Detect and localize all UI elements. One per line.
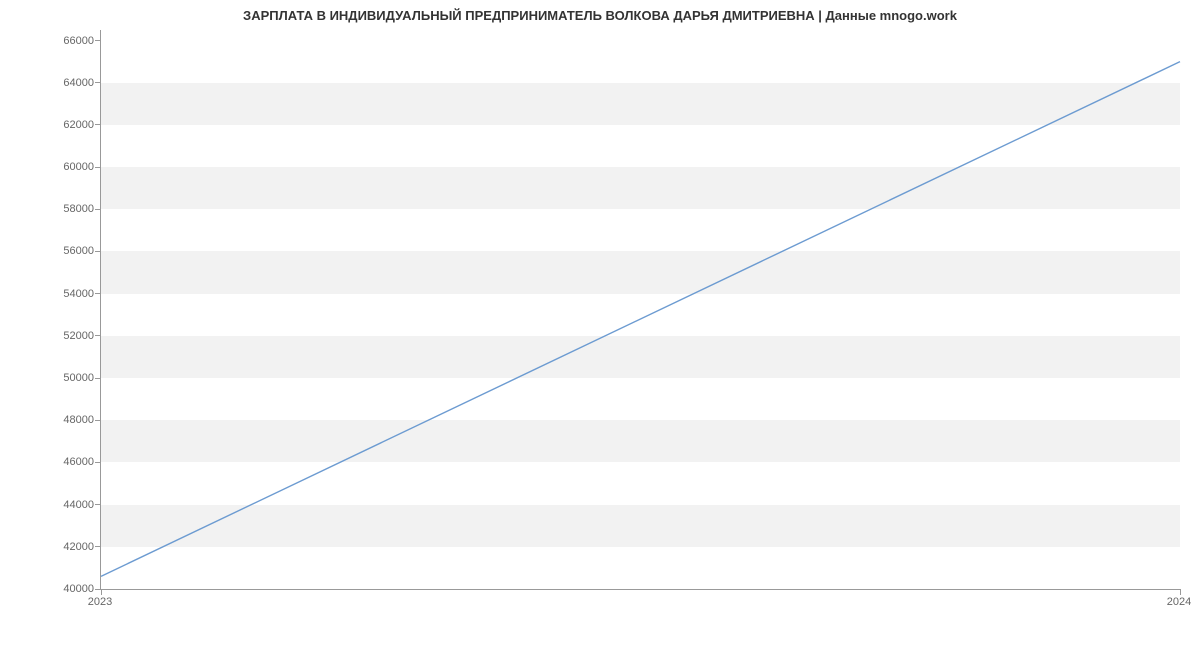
series-line	[101, 62, 1180, 577]
line-layer	[101, 30, 1180, 589]
y-tick	[95, 462, 101, 463]
y-tick	[95, 167, 101, 168]
y-tick-label: 64000	[63, 77, 94, 89]
x-tick-label: 2024	[1167, 596, 1191, 608]
y-tick	[95, 124, 101, 125]
y-tick	[95, 209, 101, 210]
y-tick-label: 66000	[63, 35, 94, 47]
y-tick-label: 60000	[63, 161, 94, 173]
y-tick	[95, 546, 101, 547]
y-tick	[95, 251, 101, 252]
y-tick	[95, 504, 101, 505]
y-tick-label: 40000	[63, 583, 94, 595]
salary-line-chart: ЗАРПЛАТА В ИНДИВИДУАЛЬНЫЙ ПРЕДПРИНИМАТЕЛ…	[0, 0, 1200, 650]
plot-area	[100, 30, 1180, 590]
y-tick-label: 62000	[63, 119, 94, 131]
y-tick-label: 52000	[63, 330, 94, 342]
x-tick-label: 2023	[88, 596, 112, 608]
y-tick-label: 56000	[63, 245, 94, 257]
y-tick	[95, 293, 101, 294]
y-tick	[95, 378, 101, 379]
y-tick	[95, 335, 101, 336]
y-tick-label: 58000	[63, 203, 94, 215]
y-tick-label: 42000	[63, 541, 94, 553]
y-tick	[95, 420, 101, 421]
chart-title: ЗАРПЛАТА В ИНДИВИДУАЛЬНЫЙ ПРЕДПРИНИМАТЕЛ…	[0, 8, 1200, 23]
x-tick	[1180, 589, 1181, 595]
y-tick-label: 48000	[63, 414, 94, 426]
y-tick-label: 54000	[63, 288, 94, 300]
y-tick	[95, 40, 101, 41]
y-tick-label: 44000	[63, 499, 94, 511]
x-tick	[101, 589, 102, 595]
y-tick	[95, 82, 101, 83]
y-tick-label: 46000	[63, 456, 94, 468]
y-tick-label: 50000	[63, 372, 94, 384]
